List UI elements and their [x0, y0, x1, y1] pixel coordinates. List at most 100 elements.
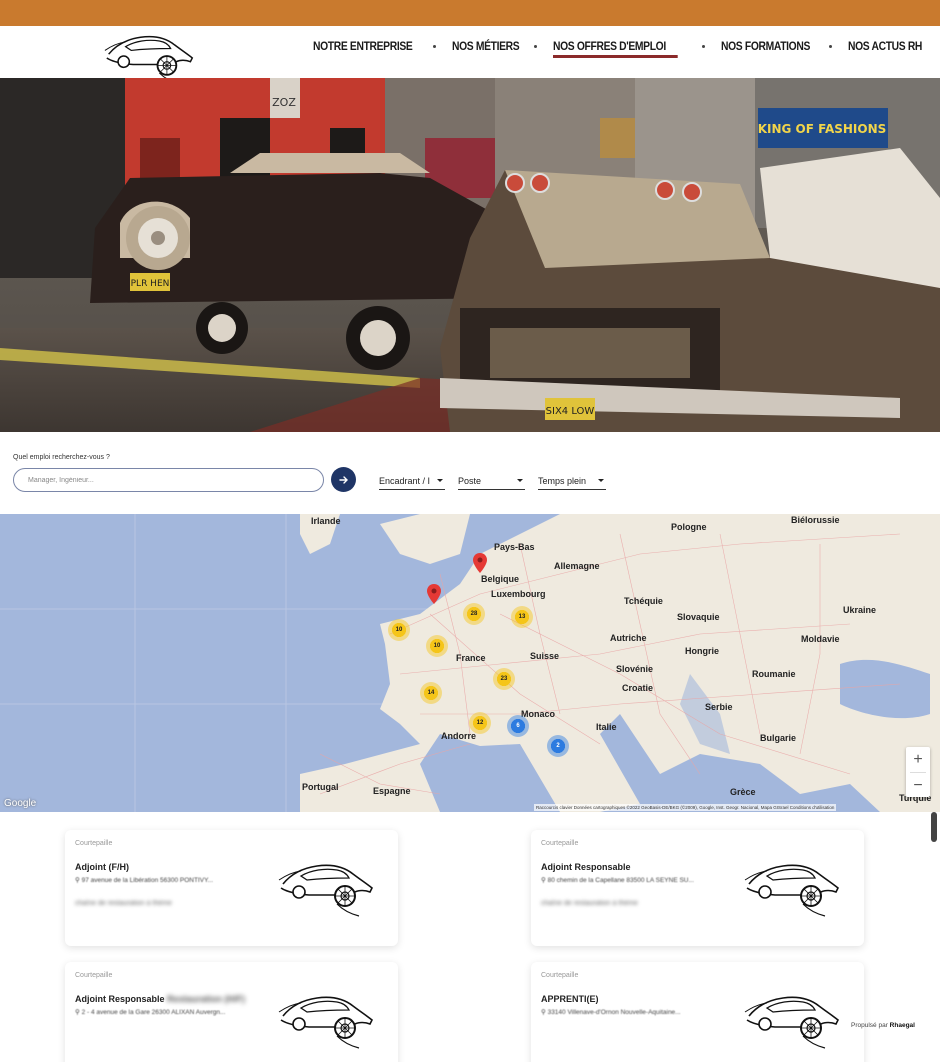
nav-separator [828, 44, 832, 48]
powered-by[interactable]: Propulsé par Rhaegal [851, 1022, 915, 1029]
job-company: Courtepaille [541, 840, 579, 847]
map-label-ukraine: Ukraine [843, 605, 877, 615]
map-cluster[interactable]: 2 [547, 735, 569, 757]
map-label-pologne: Pologne [671, 522, 707, 532]
company-logo [743, 854, 843, 920]
job-search-input[interactable] [13, 468, 324, 492]
job-card[interactable]: Courtepaille Adjoint (F/H) ⚲ 97 avenue d… [65, 830, 398, 946]
nav-separator [533, 44, 537, 48]
map-label-autriche: Autriche [610, 633, 647, 643]
nav-item-notre-entreprise[interactable]: NOTRE ENTREPRISE [313, 39, 413, 53]
map-label-andorre: Andorre [441, 731, 477, 741]
powered-by-brand: Rhaegal [889, 1022, 915, 1029]
main-nav: NOTRE ENTREPRISE NOS MÉTIERS NOS OFFRES … [313, 36, 934, 58]
job-description: chaîne de restauration à thème [541, 900, 638, 907]
job-address: ⚲ 80 chemin de la Capellane 83500 LA SEY… [541, 877, 694, 884]
lowrider-street-illustration: ZOZ KING OF FASHIONS PLR HEN SIX4 LOW [0, 78, 940, 432]
map-label-italie: Italie [596, 722, 617, 732]
job-company: Courtepaille [75, 972, 113, 979]
job-address: ⚲ 97 avenue de la Libération 56300 PONTI… [75, 877, 213, 884]
map-cluster[interactable]: 28 [463, 603, 485, 625]
nav-item-nos-formations[interactable]: NOS FORMATIONS [721, 39, 810, 53]
filter-encadrant-label: Encadrant / I [379, 475, 431, 486]
map-marker-icon[interactable] [427, 584, 441, 604]
chevron-down-icon [517, 479, 523, 482]
map-cluster[interactable]: 23 [493, 668, 515, 690]
job-card[interactable]: Courtepaille APPRENTI(E) ⚲ 33140 Villena… [531, 962, 864, 1062]
job-title-text: APPRENTI(E) [541, 994, 599, 1004]
job-title: Adjoint Responsable [541, 862, 631, 872]
map-attribution[interactable]: Raccourcis clavier Données cartographiqu… [534, 804, 837, 811]
plate-six4-low: SIX4 LOW [546, 406, 595, 417]
map-label-bielorussie: Biélorussie [791, 515, 840, 525]
powered-by-prefix: Propulsé par [851, 1022, 890, 1029]
job-address-text: 97 avenue de la Libération 56300 PONTIVY… [81, 877, 213, 884]
search-submit-button[interactable] [331, 467, 356, 492]
nav-item-nos-offres[interactable]: NOS OFFRES D'EMPLOI [552, 39, 679, 58]
map-marker-icon[interactable] [473, 553, 487, 573]
map-cluster[interactable]: 6 [507, 715, 529, 737]
job-search-bar: Quel emploi recherchez-vous ? Encadrant … [0, 432, 940, 514]
map-label-belgique: Belgique [481, 574, 520, 584]
job-address-text: 80 chemin de la Capellane 83500 LA SEYNE… [547, 877, 694, 884]
map-label-tcheque: Tchéquie [624, 596, 663, 606]
job-card[interactable]: Courtepaille Adjoint Responsable ⚲ 80 ch… [531, 830, 864, 946]
site-header: NOTRE ENTREPRISE NOS MÉTIERS NOS OFFRES … [0, 26, 940, 78]
map-label-pays-bas: Pays-Bas [494, 542, 535, 552]
job-title: APPRENTI(E) [541, 994, 599, 1004]
nav-item-nos-actus-rh[interactable]: NOS ACTUS RH [848, 39, 922, 53]
map-label-irlande: Irlande [311, 516, 341, 526]
filter-temps-plein-label: Temps plein [538, 475, 587, 486]
map-label-luxembourg: Luxembourg [491, 589, 546, 599]
job-address-text: 33140 Villenave-d'Ornon Nouvelle-Aquitai… [547, 1009, 681, 1016]
zoom-in-button[interactable]: + [906, 747, 930, 772]
map-label-croatie: Croatie [622, 683, 654, 693]
map-cluster[interactable]: 13 [511, 606, 533, 628]
filter-temps-plein[interactable]: Temps plein [538, 472, 606, 490]
job-company: Courtepaille [541, 972, 579, 979]
job-title-text: Adjoint Responsable [541, 862, 631, 872]
nav-separator [432, 44, 436, 48]
map-label-serbie: Serbie [705, 702, 733, 712]
search-label: Quel emploi recherchez-vous ? [13, 454, 110, 461]
jobs-map[interactable]: Irlande Pays-Bas Pologne Biélorussie Bel… [0, 514, 940, 812]
nav-separator [702, 44, 706, 48]
filter-encadrant[interactable]: Encadrant / I [379, 472, 445, 490]
job-title-text: Adjoint Responsable [75, 994, 168, 1004]
job-card[interactable]: Courtepaille Adjoint Responsable Restaur… [65, 962, 398, 1062]
job-address-text: 2 - 4 avenue de la Gare 26300 ALIXAN Auv… [81, 1009, 226, 1016]
map-land-layer [0, 514, 940, 812]
map-label-slovaquie: Slovaquie [677, 612, 720, 622]
company-logo [277, 854, 377, 920]
map-label-bulgarie: Bulgarie [760, 733, 797, 743]
map-label-roumanie: Roumanie [752, 669, 796, 679]
map-cluster[interactable]: 12 [469, 712, 491, 734]
plate-plr-hen: PLR HEN [131, 279, 170, 289]
map-label-allemagne: Allemagne [554, 561, 600, 571]
top-accent-bar [0, 0, 940, 26]
map-label-portugal: Portugal [302, 782, 339, 792]
arrow-right-icon [338, 475, 348, 484]
map-cluster[interactable]: 10 [426, 635, 448, 657]
map-label-espagne: Espagne [373, 786, 411, 796]
job-title: Adjoint Responsable Restauration (H/F) [75, 994, 245, 1004]
map-cluster[interactable]: 14 [420, 682, 442, 704]
zoom-out-button[interactable]: − [906, 773, 930, 798]
chevron-down-icon [598, 479, 604, 482]
company-logo [277, 986, 377, 1052]
job-description: chaîne de restauration à thème [75, 900, 172, 907]
nav-item-nos-metiers[interactable]: NOS MÉTIERS [452, 39, 520, 53]
map-label-monaco: Monaco [521, 709, 556, 719]
job-company: Courtepaille [75, 840, 113, 847]
map-zoom-controls: + − [906, 747, 930, 797]
google-logo[interactable]: Google [4, 798, 36, 809]
job-title: Adjoint (F/H) [75, 862, 129, 872]
scrollbar-thumb[interactable] [931, 812, 937, 842]
map-label-france: France [456, 653, 486, 663]
job-title-text: Adjoint (F/H) [75, 862, 129, 872]
job-address: ⚲ 2 - 4 avenue de la Gare 26300 ALIXAN A… [75, 1009, 226, 1016]
king-of-fashions-sign: KING OF FASHIONS [758, 122, 887, 136]
map-cluster[interactable]: 10 [388, 619, 410, 641]
filter-poste[interactable]: Poste [458, 472, 525, 490]
zoz-sign: ZOZ [272, 96, 296, 109]
